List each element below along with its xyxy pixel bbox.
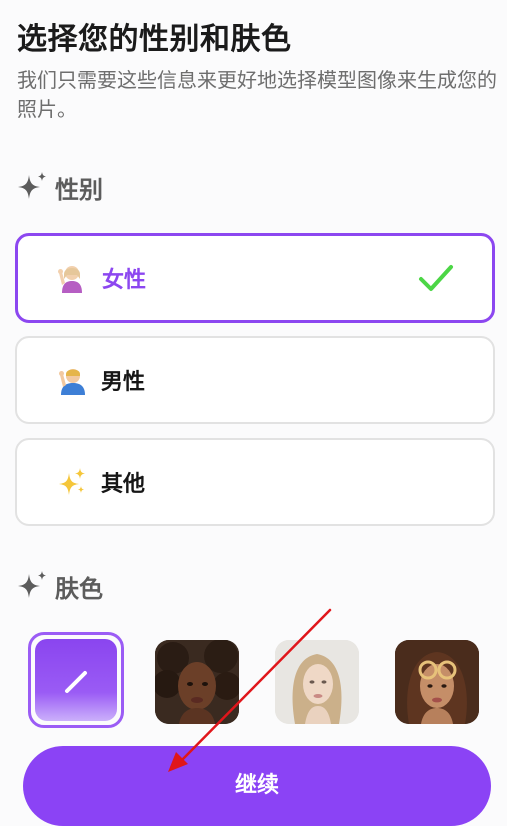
gender-option-label: 其他 xyxy=(101,472,146,497)
pencil-icon xyxy=(65,671,87,693)
man-raising-hand-icon xyxy=(57,365,87,395)
skin-swatch-medium[interactable] xyxy=(395,640,491,736)
skin-section-header: 肤色 xyxy=(15,569,103,603)
continue-button[interactable]: 继续 xyxy=(23,746,491,826)
gender-option-other[interactable]: 其他 xyxy=(15,438,495,526)
checkmark-icon xyxy=(419,265,453,291)
swatch-portrait-light xyxy=(275,640,359,724)
gender-option-label: 男性 xyxy=(101,370,146,395)
swatch-portrait-dark xyxy=(155,640,239,724)
sparkles-icon xyxy=(57,467,87,497)
gender-option-male[interactable]: 男性 xyxy=(15,336,495,424)
sparkle-icon xyxy=(18,571,46,598)
sparkle-icon xyxy=(18,172,46,199)
skin-swatch-custom[interactable] xyxy=(28,632,124,728)
gender-option-female[interactable]: 女性 xyxy=(15,233,495,323)
page-subtitle: 我们只需要这些信息来更好地选择模型图像来生成您的照片。 xyxy=(17,68,497,121)
page-title: 选择您的性别和肤色 xyxy=(17,22,292,57)
swatch-portrait-medium xyxy=(395,640,479,724)
gender-section-label: 性别 xyxy=(55,175,103,204)
skin-swatch-dark[interactable] xyxy=(155,640,251,736)
gender-section-header: 性别 xyxy=(15,170,103,204)
skin-section-label: 肤色 xyxy=(55,574,103,603)
gender-option-label: 女性 xyxy=(102,268,147,293)
woman-raising-hand-icon xyxy=(58,263,88,293)
swatch-tile xyxy=(35,639,117,721)
skin-swatch-light[interactable] xyxy=(275,640,371,736)
